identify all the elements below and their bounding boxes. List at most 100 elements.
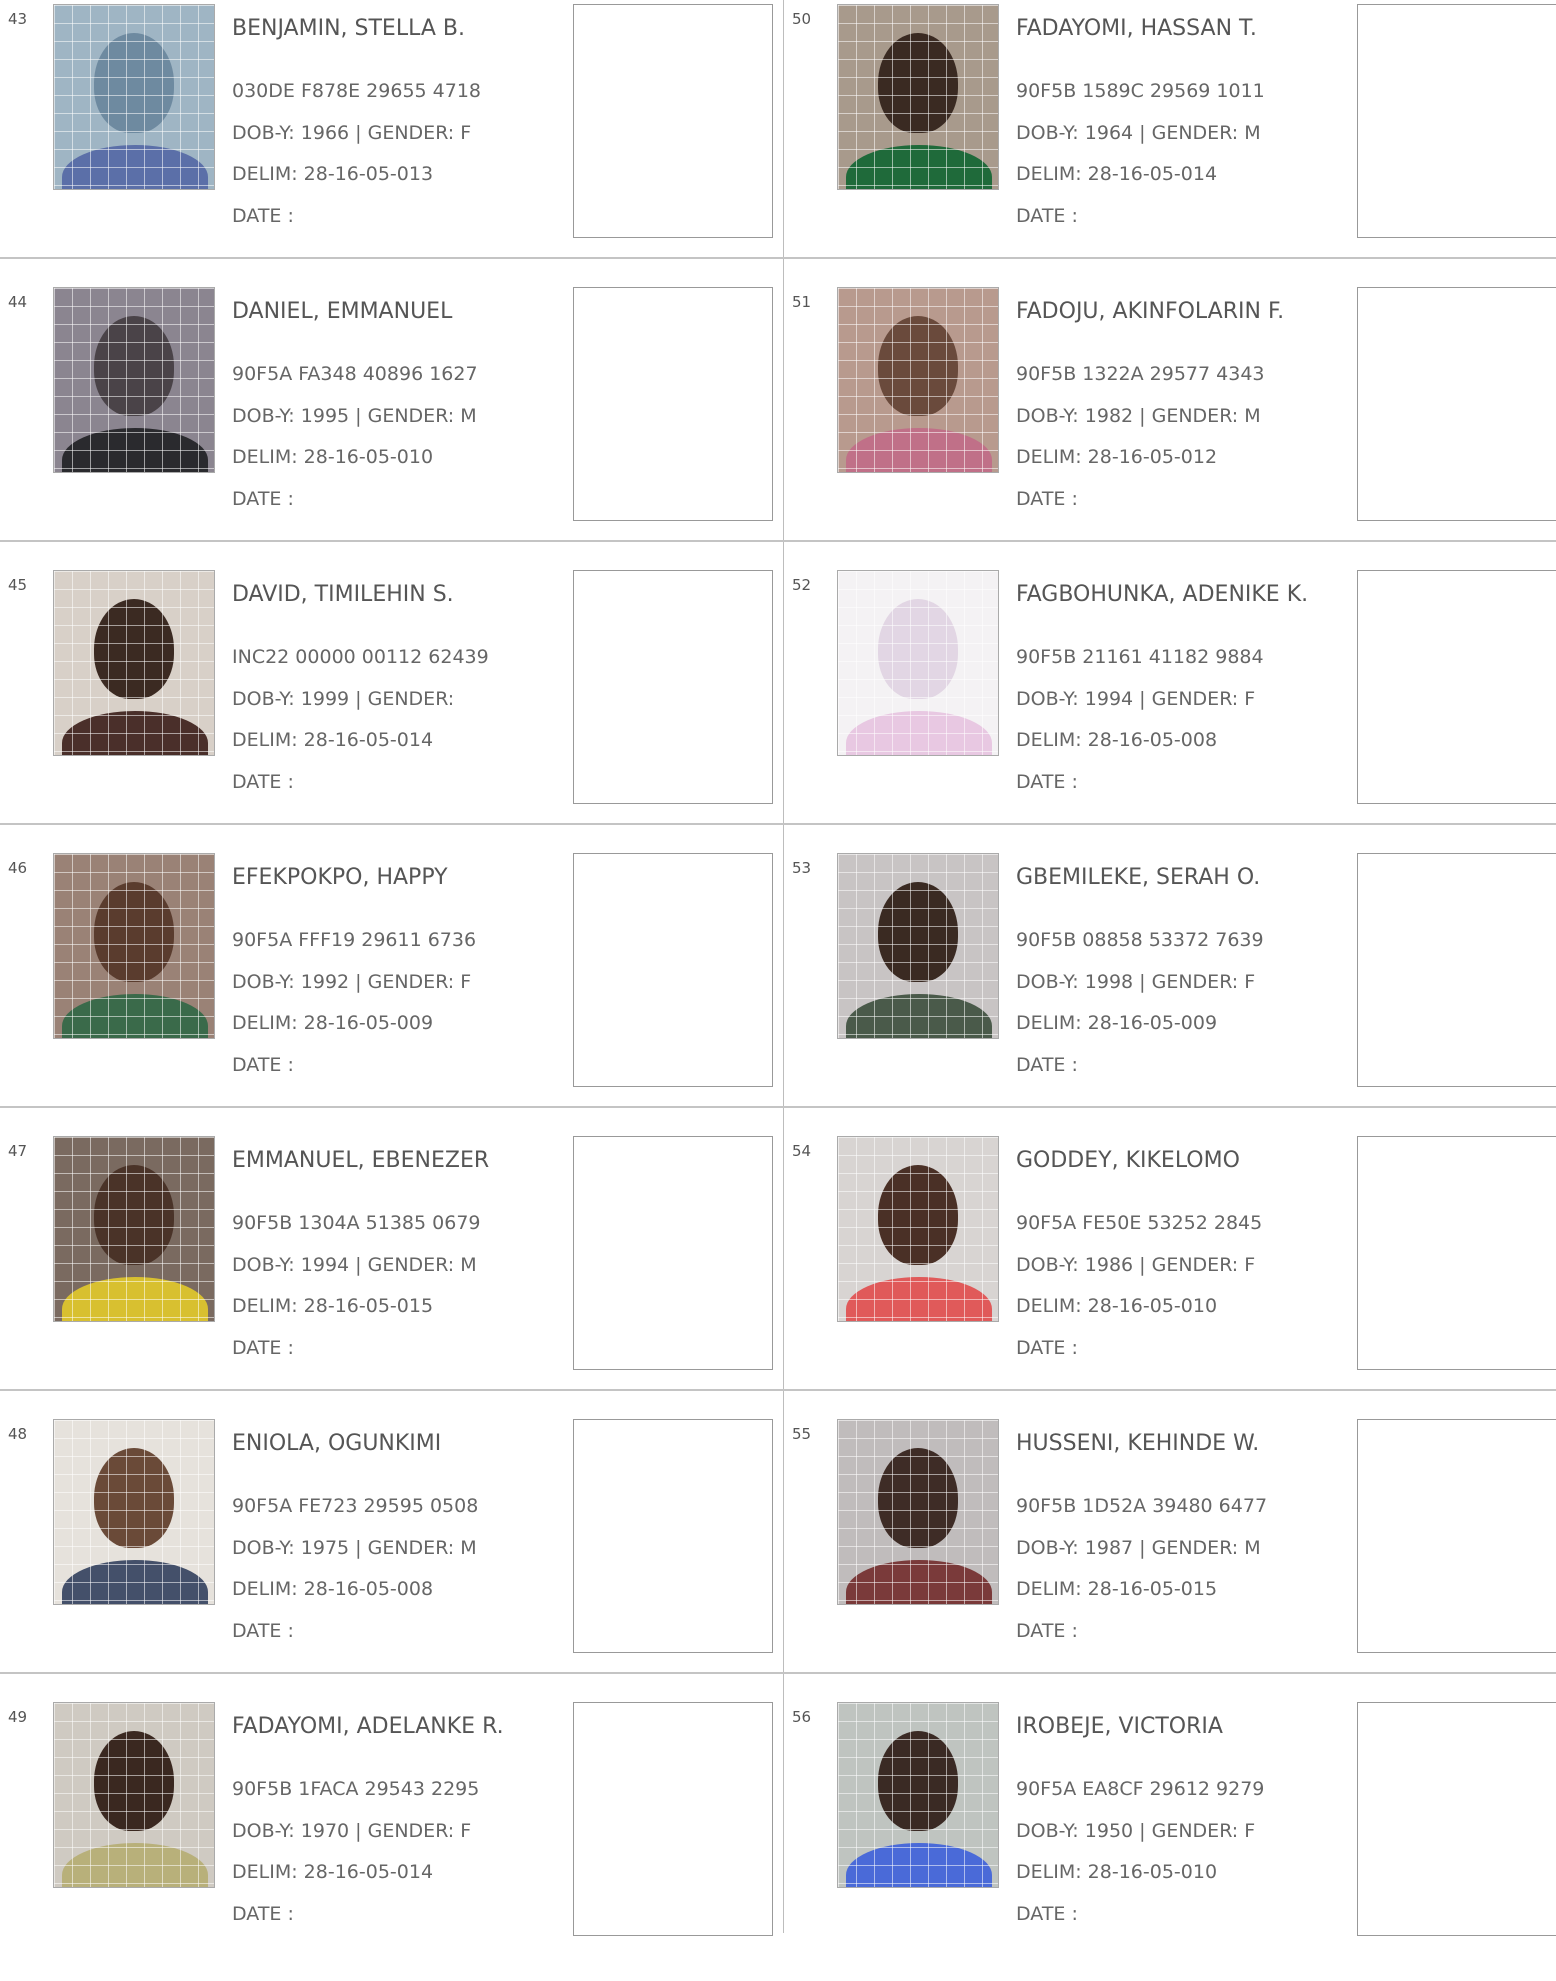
date-line: DATE : (1016, 488, 1078, 510)
voter-photo (837, 1702, 999, 1888)
serial-number: 45 (8, 576, 28, 594)
date-label: DATE : (232, 1337, 294, 1359)
delim-label: DELIM: (1016, 446, 1082, 468)
delim-label: DELIM: (1016, 1295, 1082, 1317)
dob-gender-line: DOB-Y: 1994 | GENDER: F (1016, 688, 1255, 710)
gender-label: | GENDER: (1139, 1254, 1239, 1276)
voter-vin: 90F5A FA348 40896 1627 (232, 363, 478, 385)
photo-grid-overlay (838, 854, 998, 1038)
dob-year: 1975 (300, 1537, 350, 1559)
photo-grid-overlay (838, 1703, 998, 1887)
dob-gender-line: DOB-Y: 1970 | GENDER: F (232, 1820, 471, 1842)
dob-gender-line: DOB-Y: 1950 | GENDER: F (1016, 1820, 1255, 1842)
serial-number: 52 (792, 576, 812, 594)
signature-box (573, 570, 773, 804)
dob-label: DOB-Y: (232, 688, 295, 710)
signature-box (1357, 570, 1556, 804)
voter-entry: 52 FAGBOHUNKA, ADENIKE K. 90F5B 21161 41… (784, 566, 1556, 849)
dob-year: 1987 (1084, 1537, 1134, 1559)
dob-year: 1950 (1084, 1820, 1134, 1842)
date-label: DATE : (232, 1054, 294, 1076)
delim-value: 28-16-05-010 (1087, 1295, 1218, 1317)
signature-box (573, 4, 773, 238)
signature-box (1357, 1702, 1556, 1936)
serial-number: 49 (8, 1708, 28, 1726)
gender-value: F (1244, 1820, 1256, 1842)
voter-name: GODDEY, KIKELOMO (1016, 1148, 1240, 1173)
date-label: DATE : (232, 205, 294, 227)
gender-label: | GENDER: (1139, 405, 1239, 427)
voter-entry: 55 HUSSENI, KEHINDE W. 90F5B 1D52A 39480… (784, 1415, 1556, 1698)
delim-label: DELIM: (1016, 1012, 1082, 1034)
dob-gender-line: DOB-Y: 1998 | GENDER: F (1016, 971, 1255, 993)
voter-photo (53, 4, 215, 190)
delim-line: DELIM: 28-16-05-012 (1016, 446, 1217, 468)
gender-label: | GENDER: (1139, 688, 1239, 710)
voter-photo (53, 853, 215, 1039)
delim-label: DELIM: (1016, 163, 1082, 185)
date-line: DATE : (1016, 205, 1078, 227)
delim-label: DELIM: (232, 1295, 298, 1317)
voter-name: ENIOLA, OGUNKIMI (232, 1431, 442, 1456)
voter-vin: 90F5A FE723 29595 0508 (232, 1495, 479, 1517)
signature-box (1357, 287, 1556, 521)
voter-entry: 54 GODDEY, KIKELOMO 90F5A FE50E 53252 28… (784, 1132, 1556, 1415)
delim-label: DELIM: (1016, 1861, 1082, 1883)
delim-line: DELIM: 28-16-05-015 (232, 1295, 433, 1317)
gender-label: | GENDER: (355, 971, 455, 993)
voter-vin: 90F5B 1FACA 29543 2295 (232, 1778, 480, 1800)
delim-label: DELIM: (232, 729, 298, 751)
voter-name: DANIEL, EMMANUEL (232, 299, 453, 324)
date-label: DATE : (1016, 205, 1078, 227)
date-line: DATE : (232, 1903, 294, 1925)
voter-photo (837, 1419, 999, 1605)
gender-value: F (1244, 688, 1256, 710)
signature-box (1357, 4, 1556, 238)
photo-grid-overlay (54, 854, 214, 1038)
voter-vin: INC22 00000 00112 62439 (232, 646, 489, 668)
delim-label: DELIM: (1016, 1578, 1082, 1600)
voter-entry: 56 IROBEJE, VICTORIA 90F5A EA8CF 29612 9… (784, 1698, 1556, 1981)
photo-grid-overlay (54, 1703, 214, 1887)
voter-entry: 43 BENJAMIN, STELLA B. 030DE F878E 29655… (0, 0, 783, 283)
voter-vin: 90F5B 08858 53372 7639 (1016, 929, 1264, 951)
dob-year: 1964 (1084, 122, 1134, 144)
signature-box (573, 287, 773, 521)
gender-label: | GENDER: (1139, 122, 1239, 144)
dob-label: DOB-Y: (1016, 1820, 1079, 1842)
serial-number: 54 (792, 1142, 812, 1160)
gender-label: | GENDER: (355, 688, 455, 710)
date-line: DATE : (232, 205, 294, 227)
delim-value: 28-16-05-009 (1087, 1012, 1218, 1034)
gender-value: M (460, 405, 477, 427)
delim-line: DELIM: 28-16-05-008 (232, 1578, 433, 1600)
voter-vin: 90F5A FE50E 53252 2845 (1016, 1212, 1263, 1234)
delim-value: 28-16-05-014 (303, 729, 434, 751)
delim-line: DELIM: 28-16-05-014 (232, 1861, 433, 1883)
serial-number: 56 (792, 1708, 812, 1726)
gender-value: M (460, 1254, 477, 1276)
date-label: DATE : (1016, 771, 1078, 793)
date-line: DATE : (1016, 1620, 1078, 1642)
voter-name: EFEKPOKPO, HAPPY (232, 865, 448, 890)
voter-name: FADAYOMI, HASSAN T. (1016, 16, 1257, 41)
voter-photo (53, 1419, 215, 1605)
date-label: DATE : (232, 771, 294, 793)
voter-entry: 44 DANIEL, EMMANUEL 90F5A FA348 40896 16… (0, 283, 783, 566)
dob-gender-line: DOB-Y: 1966 | GENDER: F (232, 122, 471, 144)
delim-value: 28-16-05-008 (303, 1578, 434, 1600)
dob-year: 1999 (300, 688, 350, 710)
dob-label: DOB-Y: (1016, 688, 1079, 710)
voter-photo (837, 1136, 999, 1322)
serial-number: 43 (8, 10, 28, 28)
dob-gender-line: DOB-Y: 1982 | GENDER: M (1016, 405, 1261, 427)
voter-name: FAGBOHUNKA, ADENIKE K. (1016, 582, 1309, 607)
dob-label: DOB-Y: (232, 1254, 295, 1276)
voter-entry: 47 EMMANUEL, EBENEZER 90F5B 1304A 51385 … (0, 1132, 783, 1415)
dob-gender-line: DOB-Y: 1986 | GENDER: F (1016, 1254, 1255, 1276)
date-label: DATE : (1016, 1054, 1078, 1076)
photo-grid-overlay (54, 5, 214, 189)
row-divider (0, 257, 1556, 259)
delim-value: 28-16-05-014 (303, 1861, 434, 1883)
delim-label: DELIM: (232, 446, 298, 468)
